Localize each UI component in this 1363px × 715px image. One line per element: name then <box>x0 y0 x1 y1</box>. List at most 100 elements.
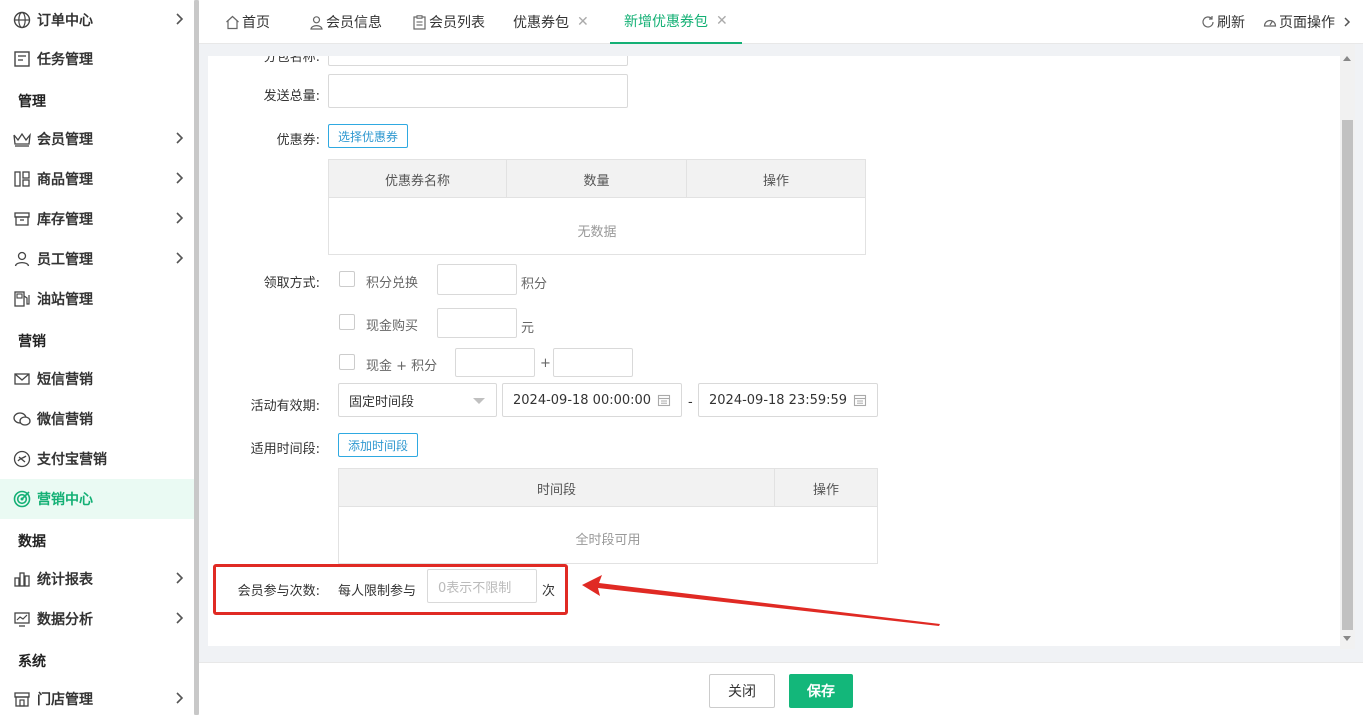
points-input[interactable] <box>437 264 517 295</box>
page-operations-button[interactable]: 页面操作 <box>1263 0 1353 44</box>
chevron-right-icon <box>172 611 186 625</box>
add-period-button[interactable]: 添加时间段 <box>338 433 419 457</box>
bar-chart-icon <box>12 569 32 589</box>
scroll-up-icon[interactable] <box>1343 56 1351 61</box>
sidebar-item-label: 门店管理 <box>37 692 93 708</box>
sidebar-item-stations[interactable]: 油站管理 <box>0 279 194 319</box>
crown-icon <box>12 129 32 149</box>
task-icon <box>12 49 32 69</box>
chevron-right-icon <box>172 12 186 26</box>
close-icon[interactable]: ✕ <box>716 13 728 29</box>
box-icon <box>12 209 32 229</box>
chevron-right-icon <box>172 571 186 585</box>
sidebar-scrollbar[interactable] <box>194 0 199 715</box>
sidebar-item-label: 会员管理 <box>37 132 93 148</box>
sidebar: 订单中心 任务管理 管理 会员管理 商品管理 库存管理 员工管理 油站管理 营销… <box>0 0 194 715</box>
cash-purchase-label: 现金购买 <box>366 319 419 334</box>
sidebar-item-analysis[interactable]: 数据分析 <box>0 599 194 639</box>
column-header: 时间段 <box>339 469 775 507</box>
chevron-right-icon <box>172 131 186 145</box>
period-table: 时间段 操作 全时段可用 <box>338 468 878 564</box>
scroll-down-icon[interactable] <box>1343 636 1351 641</box>
column-header: 数量 <box>507 160 687 198</box>
alipay-icon <box>12 449 32 469</box>
yuan-unit: 元 <box>521 321 535 336</box>
chevron-right-icon <box>172 171 186 185</box>
sidebar-item-label: 统计报表 <box>37 572 93 588</box>
save-button[interactable]: 保存 <box>789 674 853 708</box>
cash-points-checkbox[interactable] <box>339 354 355 370</box>
sidebar-item-label: 任务管理 <box>37 52 93 68</box>
sidebar-item-marketing-center[interactable]: 营销中心 <box>0 479 194 519</box>
tab-member-info[interactable]: 会员信息 <box>309 0 382 44</box>
sidebar-item-members[interactable]: 会员管理 <box>0 119 194 159</box>
range-dash: - <box>688 395 693 410</box>
annotation-arrow <box>582 575 940 626</box>
sidebar-item-tasks[interactable]: 任务管理 <box>0 39 194 79</box>
tab-label: 首页 <box>242 15 270 31</box>
mail-icon <box>12 369 32 389</box>
cash-points-points-input[interactable] <box>553 348 633 377</box>
content-scrollbar-thumb[interactable] <box>1342 120 1353 630</box>
end-time-input[interactable]: 2024-09-18 23:59:59 <box>698 383 878 417</box>
store-icon <box>12 689 32 709</box>
cash-purchase-checkbox[interactable] <box>339 314 355 330</box>
cash-points-cash-input[interactable] <box>455 348 535 377</box>
partial-label: 分包名称: <box>263 56 320 65</box>
sidebar-item-orders[interactable]: 订单中心 <box>0 0 194 40</box>
tab-new-coupon-pack[interactable]: 新增优惠券包 ✕ <box>610 0 742 44</box>
content-scrollbar[interactable] <box>1340 44 1355 649</box>
chevron-right-icon <box>172 211 186 225</box>
total-input[interactable] <box>328 74 628 108</box>
close-icon[interactable]: ✕ <box>577 14 589 30</box>
highlight-box <box>213 564 568 615</box>
sidebar-item-label: 库存管理 <box>37 212 93 228</box>
start-time-input[interactable]: 2024-09-18 00:00:00 <box>502 383 682 417</box>
chevron-down-icon <box>473 398 485 404</box>
tab-label: 新增优惠券包 <box>624 14 708 30</box>
chevron-right-icon <box>172 691 186 705</box>
sidebar-item-stores[interactable]: 门店管理 <box>0 679 194 715</box>
sidebar-item-label: 员工管理 <box>37 252 93 268</box>
select-coupon-button[interactable]: 选择优惠券 <box>328 124 409 148</box>
user-icon <box>309 15 324 30</box>
sidebar-item-label: 商品管理 <box>37 172 93 188</box>
sidebar-scrollbar-thumb[interactable] <box>194 0 199 715</box>
column-header: 操作 <box>812 482 839 498</box>
sidebar-item-wechat[interactable]: 微信营销 <box>0 399 194 439</box>
tab-home[interactable]: 首页 <box>225 0 270 44</box>
start-time-value: 2024-09-18 00:00:00 <box>513 392 652 408</box>
tab-coupon-pack[interactable]: 优惠券包 ✕ <box>513 0 589 44</box>
period-label: 适用时间段: <box>250 442 320 457</box>
points-exchange-checkbox[interactable] <box>339 271 355 287</box>
sidebar-group-marketing: 营销 <box>18 334 46 350</box>
sidebar-item-reports[interactable]: 统计报表 <box>0 559 194 599</box>
tab-member-list[interactable]: 会员列表 <box>412 0 485 44</box>
sidebar-item-goods[interactable]: 商品管理 <box>0 159 194 199</box>
sidebar-group-data: 数据 <box>18 534 46 550</box>
table-header: 优惠券名称 数量 操作 <box>329 160 865 198</box>
pack-name-input[interactable] <box>328 56 628 66</box>
total-label: 发送总量: <box>263 89 320 104</box>
close-button[interactable]: 关闭 <box>709 674 775 708</box>
sidebar-item-sms[interactable]: 短信营销 <box>0 359 194 399</box>
coupon-table: 优惠券名称 数量 操作 无数据 <box>328 159 866 255</box>
sidebar-item-inventory[interactable]: 库存管理 <box>0 199 194 239</box>
select-value: 固定时间段 <box>349 394 415 410</box>
sidebar-item-staff[interactable]: 员工管理 <box>0 239 194 279</box>
refresh-button[interactable]: 刷新 <box>1201 0 1245 44</box>
receive-label: 领取方式: <box>263 276 320 291</box>
monitor-chart-icon <box>12 609 32 629</box>
coupon-label: 优惠券: <box>276 133 320 148</box>
validity-label: 活动有效期: <box>250 399 320 414</box>
calendar-icon <box>853 393 867 407</box>
clipboard-icon <box>412 14 427 30</box>
cash-input[interactable] <box>437 308 517 338</box>
target-icon <box>12 489 32 509</box>
refresh-icon <box>1201 15 1215 29</box>
sidebar-item-alipay[interactable]: 支付宝营销 <box>0 439 194 479</box>
form-panel: 分包名称: 发送总量: 优惠券: 选择优惠券 优惠券名称 数量 操作 无数据 领… <box>208 56 1340 646</box>
sidebar-group-system: 系统 <box>18 654 46 670</box>
validity-type-select[interactable]: 固定时间段 <box>338 383 497 417</box>
sidebar-item-label: 支付宝营销 <box>37 452 107 468</box>
